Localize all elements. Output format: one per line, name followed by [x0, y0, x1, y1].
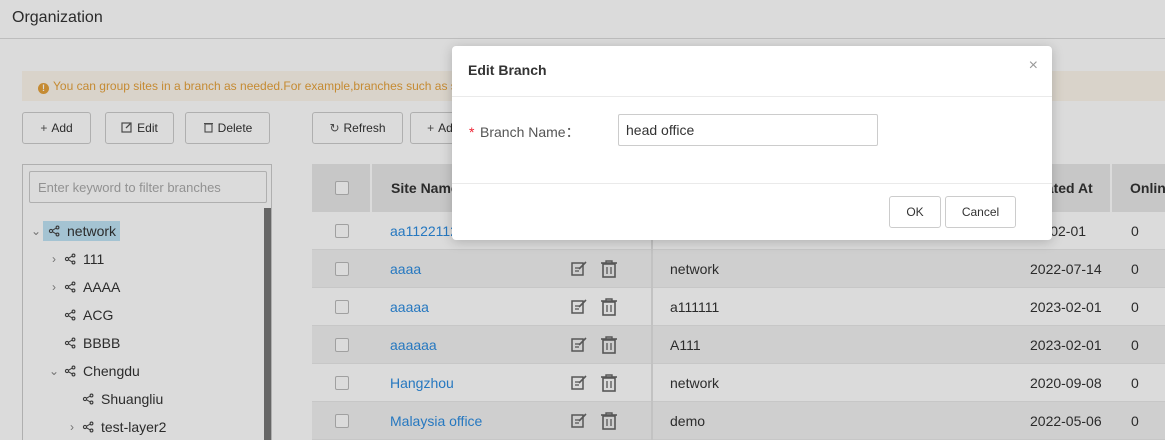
dialog-title: Edit Branch	[468, 62, 547, 78]
edit-branch-dialog: Edit Branch × * Branch Name： OK Cancel	[452, 46, 1052, 240]
branch-name-label: Branch Name：	[480, 124, 580, 140]
cancel-button[interactable]: Cancel	[945, 196, 1016, 228]
dialog-divider	[452, 183, 1052, 184]
branch-name-input[interactable]	[618, 114, 878, 146]
required-marker: *	[469, 124, 475, 140]
close-icon[interactable]: ×	[1029, 58, 1038, 74]
ok-button[interactable]: OK	[889, 196, 941, 228]
dialog-divider	[452, 96, 1052, 97]
